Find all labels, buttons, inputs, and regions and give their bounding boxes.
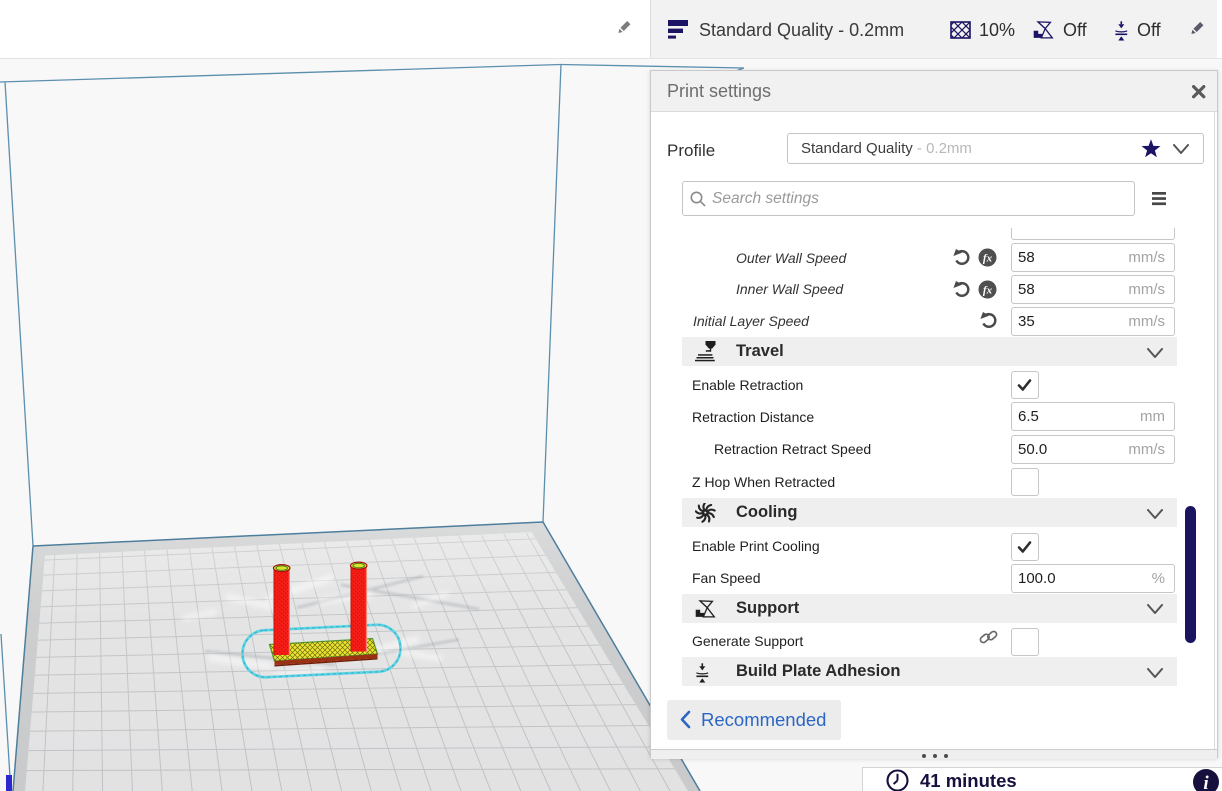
svg-text:i: i bbox=[1203, 773, 1209, 791]
svg-text:fx: fx bbox=[983, 252, 993, 264]
svg-text:fx: fx bbox=[983, 284, 993, 296]
